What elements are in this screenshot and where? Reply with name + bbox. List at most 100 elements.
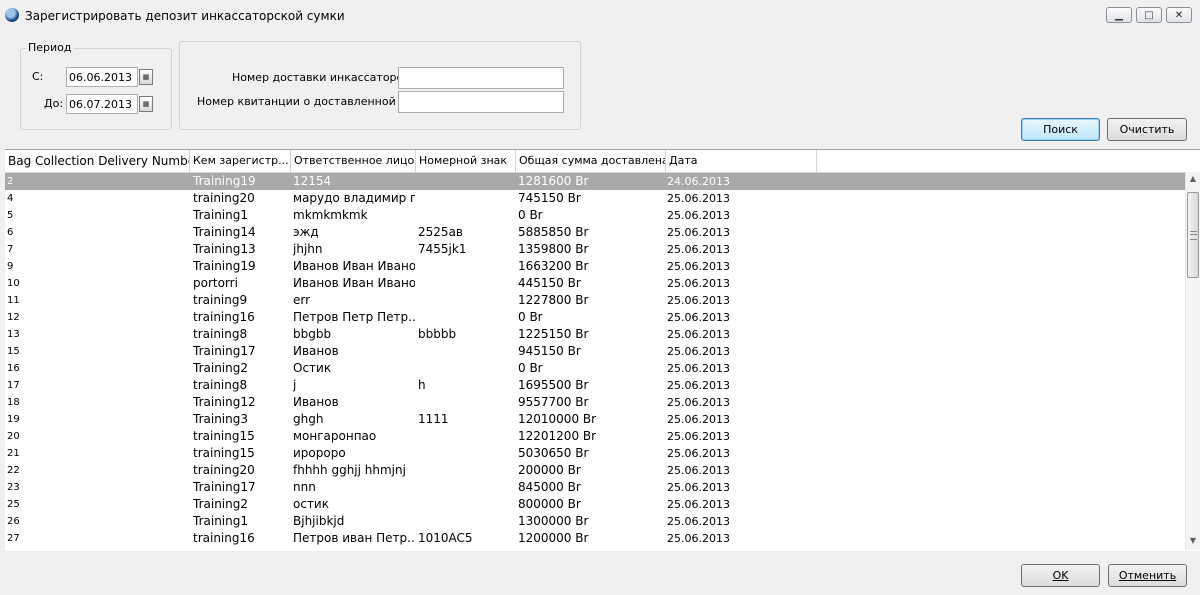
vertical-scrollbar[interactable]: ▲ ▼ xyxy=(1185,172,1200,550)
table-cell: 25.06.2013 xyxy=(667,481,730,494)
calendar-icon[interactable]: ▦ xyxy=(139,96,153,112)
table-cell: 25.06.2013 xyxy=(667,209,730,222)
maximize-icon: □ xyxy=(1144,9,1154,21)
table-cell: 12201200 Br xyxy=(518,429,597,443)
table-cell: 25.06.2013 xyxy=(667,413,730,426)
table-cell: 2525ав xyxy=(418,225,463,239)
table-cell: jhjhn xyxy=(293,242,323,256)
table-row[interactable]: 12 training16 Петров Петр Петр... 0 Br 25.06… xyxy=(5,309,1185,326)
clear-button[interactable]: Очистить xyxy=(1107,118,1187,141)
table-cell xyxy=(418,513,513,530)
table-cell: 25.06.2013 xyxy=(667,447,730,460)
table-row[interactable]: 18 Training12 Иванов 9557700 Br 25.06.2013 xyxy=(5,394,1185,411)
table-cell: Training14 xyxy=(193,225,256,239)
table-cell: training15 xyxy=(193,429,255,443)
table-cell: 6 xyxy=(7,227,14,238)
table-cell: 5885850 Br xyxy=(518,225,589,239)
cancel-button[interactable]: Отменить xyxy=(1108,564,1187,587)
table-cell: h xyxy=(418,378,426,392)
table-cell: 0 Br xyxy=(518,310,543,324)
table-row[interactable]: 27 training16 Петров иван Петр... 1010AC5 12… xyxy=(5,530,1185,547)
to-date-input[interactable]: 06.07.2013 xyxy=(66,94,138,114)
table-cell: bbbbb xyxy=(418,327,457,341)
table-row[interactable]: 17 training8 j h 1695500 Br 25.06.2013 xyxy=(5,377,1185,394)
column-header[interactable]: Кем зарегистр... xyxy=(190,150,291,172)
receipt-number-input[interactable] xyxy=(398,91,564,113)
table-cell: Петров иван Петр... xyxy=(293,531,415,545)
ok-button[interactable]: OK xyxy=(1021,564,1100,587)
table-cell: Training1 xyxy=(193,208,248,222)
table-cell: 15 xyxy=(7,346,20,357)
table-cell: 0 Br xyxy=(518,208,543,222)
search-button[interactable]: Поиск xyxy=(1021,118,1100,141)
table-cell: 4 xyxy=(7,193,14,204)
table-row[interactable]: 22 training20 fhhhh gghjj hhmjnj 200000 Br 2… xyxy=(5,462,1185,479)
table-cell: Bjhjibkjd xyxy=(293,514,345,528)
maximize-button[interactable]: □ xyxy=(1136,7,1162,23)
table-cell: Training3 xyxy=(193,412,248,426)
table-row[interactable]: 11 training9 err 1227800 Br 25.06.2013 xyxy=(5,292,1185,309)
minimize-button[interactable]: ▁ xyxy=(1106,7,1132,23)
table-cell: 25.06.2013 xyxy=(667,396,730,409)
table-cell xyxy=(418,428,513,445)
calendar-icon[interactable]: ▦ xyxy=(139,69,153,85)
table-row[interactable]: 20 training15 монгаронпао 12201200 Br 25.06.… xyxy=(5,428,1185,445)
table-row[interactable]: 5 Training1 mkmkmkmk 0 Br 25.06.2013 xyxy=(5,207,1185,224)
table-cell: Остик xyxy=(293,361,332,375)
title-bar: Зарегистрировать депозит инкассаторской … xyxy=(0,0,1200,32)
scroll-thumb[interactable] xyxy=(1187,192,1199,278)
table-cell: 9557700 Br xyxy=(518,395,589,409)
table-cell: nnn xyxy=(293,480,316,494)
table-row[interactable]: 25 Training2 остик 800000 Br 25.06.2013 xyxy=(5,496,1185,513)
table-cell: 26 xyxy=(7,516,20,527)
column-header[interactable]: Общая сумма доставлена xyxy=(516,150,666,172)
column-header[interactable]: Bag Collection Delivery Number xyxy=(5,150,190,172)
table-cell xyxy=(418,207,513,224)
table-cell: 12010000 Br xyxy=(518,412,597,426)
table-row[interactable]: 7 Training13 jhjhn 7455jk1 1359800 Br 25.06.2… xyxy=(5,241,1185,258)
table-cell: training16 xyxy=(193,531,255,545)
table-cell: 1359800 Br xyxy=(518,242,589,256)
table-row[interactable]: 4 training20 марудо владимир г... 745150 Br… xyxy=(5,190,1185,207)
table-cell xyxy=(418,258,513,275)
to-label: До: xyxy=(44,97,64,110)
table-cell: Иванов Иван Ивано... xyxy=(293,276,415,290)
table-cell: 25.06.2013 xyxy=(667,192,730,205)
column-header[interactable]: Номерной знак xyxy=(416,150,516,172)
column-header[interactable]: Ответственное лицо xyxy=(291,150,416,172)
table-row[interactable]: 2 Training19 12154 1281600 Br 24.06.2013 xyxy=(5,173,1185,190)
deposits-table[interactable]: Bag Collection Delivery Number Кем зарег… xyxy=(5,149,1200,551)
table-row[interactable]: 21 training15 иророро 5030650 Br 25.06.2013 xyxy=(5,445,1185,462)
table-cell: bbgbb xyxy=(293,327,332,341)
close-button[interactable]: ✕ xyxy=(1166,7,1192,23)
table-row[interactable]: 6 Training14 эжд 2525ав 5885850 Br 25.06.2013 xyxy=(5,224,1185,241)
table-row[interactable]: 23 Training17 nnn 845000 Br 25.06.2013 xyxy=(5,479,1185,496)
table-cell: 25.06.2013 xyxy=(667,498,730,511)
table-row[interactable]: 15 Training17 Иванов 945150 Br 25.06.2013 xyxy=(5,343,1185,360)
cancel-button-label: Отменить xyxy=(1118,569,1177,582)
table-row[interactable]: 16 Training2 Остик 0 Br 25.06.2013 xyxy=(5,360,1185,377)
table-row[interactable]: 13 training8 bbgbb bbbbb 1225150 Br 25.06.201… xyxy=(5,326,1185,343)
table-cell: 5030650 Br xyxy=(518,446,589,460)
ok-button-label: OK xyxy=(1052,569,1069,582)
from-date-input[interactable]: 06.06.2013 xyxy=(66,67,138,87)
clear-button-label: Очистить xyxy=(1119,123,1175,136)
scroll-down-arrow-icon[interactable]: ▼ xyxy=(1188,536,1198,548)
table-cell: 445150 Br xyxy=(518,276,581,290)
table-row[interactable]: 19 Training3 ghgh 1111 12010000 Br 25.06.2013 xyxy=(5,411,1185,428)
scroll-up-arrow-icon[interactable]: ▲ xyxy=(1188,174,1198,186)
window-title: Зарегистрировать депозит инкассаторской … xyxy=(25,9,345,23)
delivery-number-input[interactable] xyxy=(398,67,564,89)
table-row[interactable]: 26 Training1 Bjhjibkjd 1300000 Br 25.06.2013 xyxy=(5,513,1185,530)
table-cell xyxy=(418,394,513,411)
table-cell: Training2 xyxy=(193,361,248,375)
table-cell: 0 Br xyxy=(518,361,543,375)
table-cell: 12 xyxy=(7,312,20,323)
table-row[interactable]: 10 portorri Иванов Иван Ивано... 445150 Br 2… xyxy=(5,275,1185,292)
table-header: Bag Collection Delivery Number Кем зарег… xyxy=(5,150,1190,173)
table-row[interactable]: 9 Training19 Иванов Иван Ивано... 1663200 B… xyxy=(5,258,1185,275)
table-cell: 1663200 Br xyxy=(518,259,589,273)
column-header[interactable]: Дата xyxy=(666,150,817,172)
table-cell: Иванов xyxy=(293,395,339,409)
table-cell: 20 xyxy=(7,431,20,442)
